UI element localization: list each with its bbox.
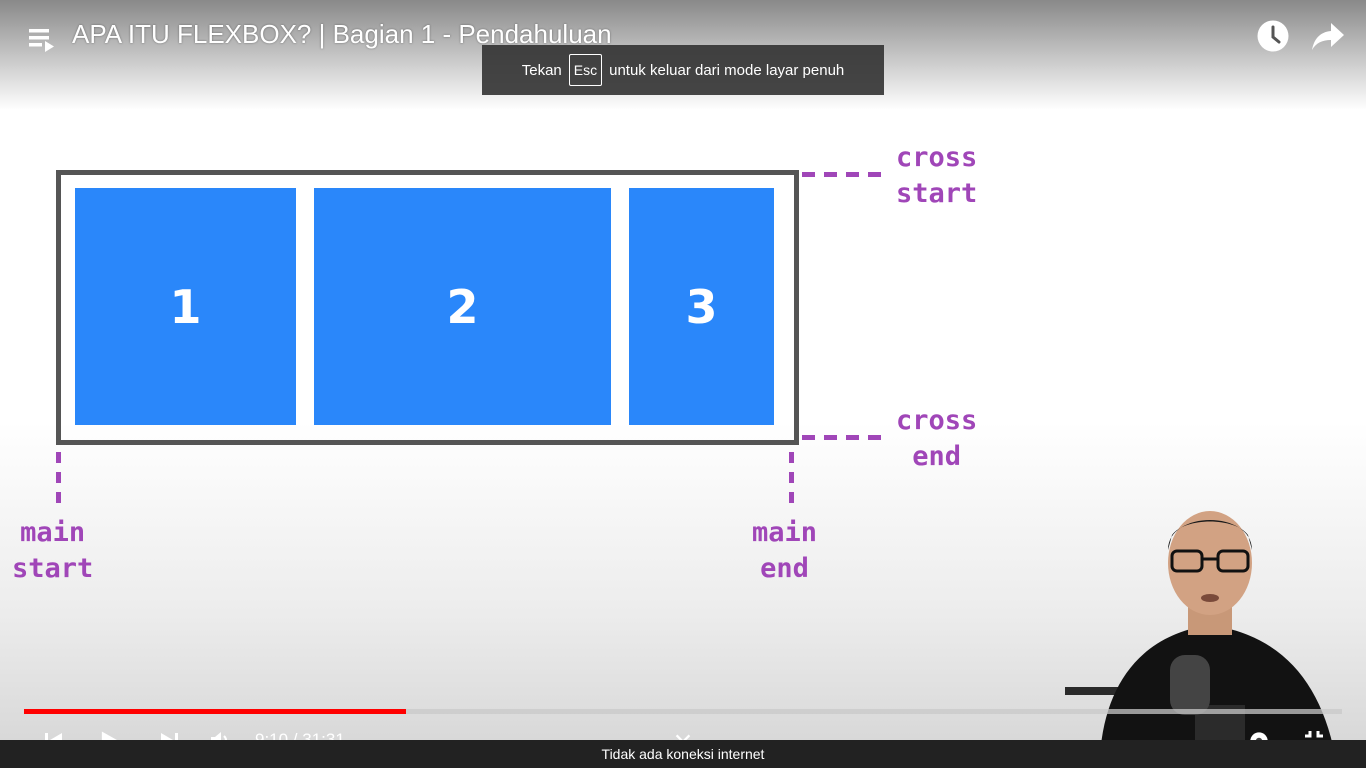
progress-bar[interactable] [24,709,1342,714]
cross-end-label: cross end [896,405,978,472]
connection-status-text: Tidak ada koneksi internet [601,746,765,762]
main-end-line [789,452,794,512]
toast-suffix: untuk keluar dari mode layar penuh [609,61,845,79]
flex-item-2: 2 [314,188,611,425]
flex-item-3: 3 [629,188,774,425]
toast-prefix: Tekan [521,61,562,79]
main-start-line [56,452,61,512]
esc-key: Esc [568,54,603,86]
presenter-video [1065,511,1335,755]
main-start-label: main start [12,517,94,584]
cross-start-line [802,172,882,177]
watch-later-icon[interactable] [1256,19,1290,53]
connection-status-bar: Tidak ada koneksi internet [0,740,1366,768]
share-icon[interactable] [1310,20,1346,52]
playlist-icon[interactable] [27,25,57,53]
main-end-label: main end [752,517,818,584]
progress-played [24,709,407,714]
flex-item-1: 1 [75,188,296,425]
fullscreen-toast: Tekan Esc untuk keluar dari mode layar p… [482,45,884,95]
cross-end-line [802,435,882,440]
cross-start-label: cross start [896,142,978,209]
